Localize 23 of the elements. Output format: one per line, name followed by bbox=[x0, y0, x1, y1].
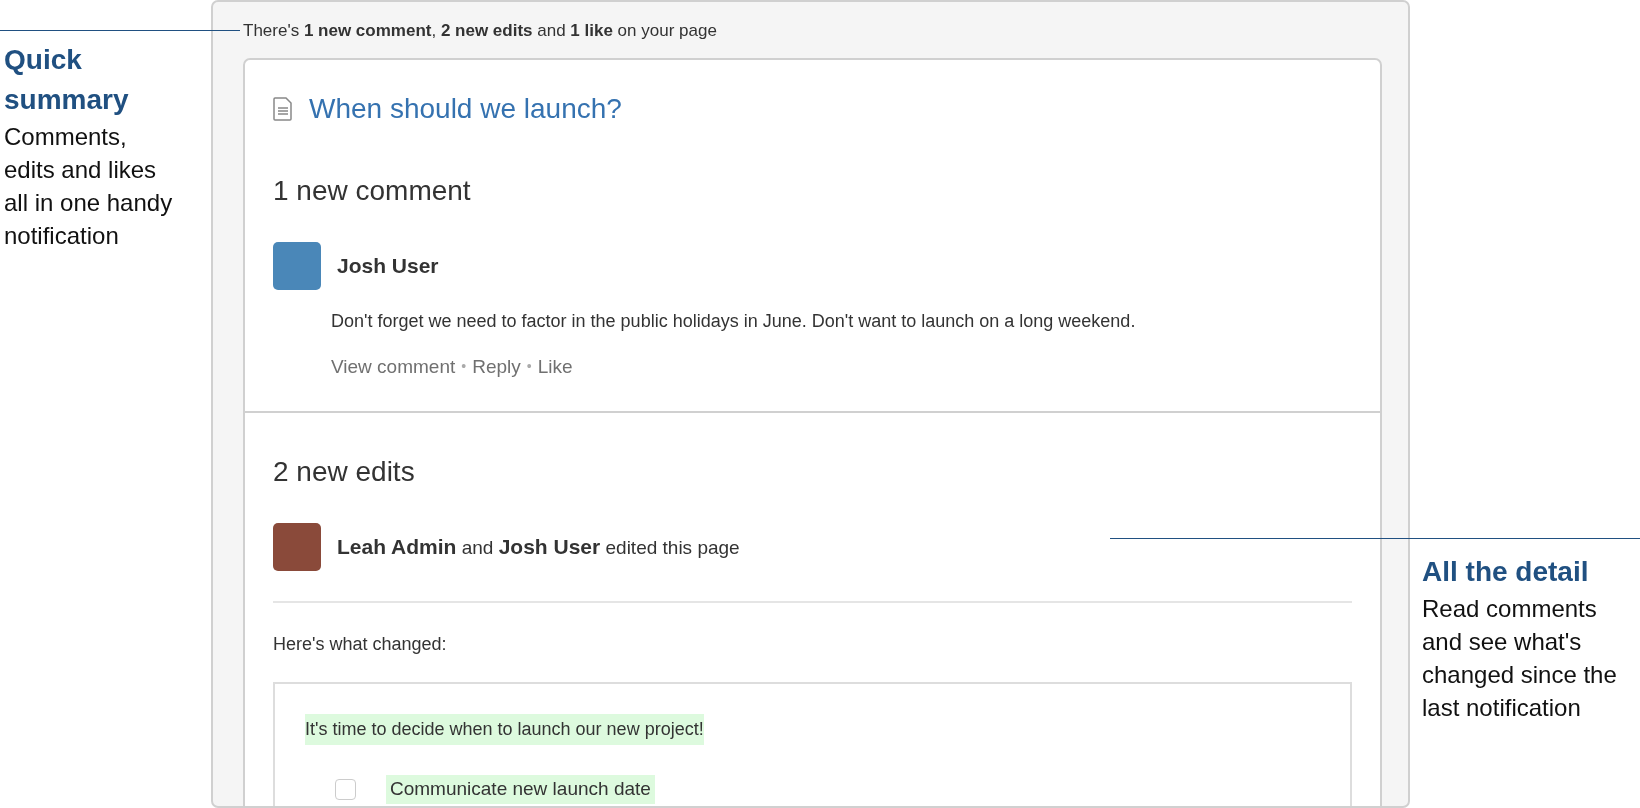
added-text: It's time to decide when to launch our new project! bbox=[305, 714, 704, 745]
action-link[interactable]: View comment bbox=[331, 352, 456, 381]
document-icon bbox=[273, 96, 293, 121]
separator-dot: • bbox=[461, 357, 467, 377]
annotation-text: Read comments and see what's changed since the last notification bbox=[1422, 594, 1618, 723]
checkbox[interactable] bbox=[335, 778, 356, 800]
separator-dot: • bbox=[526, 357, 532, 377]
annotation-title: Quick summary bbox=[4, 43, 130, 117]
changes-label: Here's what changed: bbox=[273, 633, 448, 656]
annotation-title: All the detail bbox=[1422, 555, 1590, 589]
avatar bbox=[273, 523, 321, 571]
summary-text: There's 1 new comment, 2 new edits and 1 like on your page bbox=[243, 20, 718, 42]
editors-text: Leah Admin and Josh User edited this page bbox=[337, 534, 740, 561]
action-link[interactable]: Like bbox=[537, 352, 573, 381]
page-title-link[interactable]: When should we launch? bbox=[309, 87, 622, 130]
author-name: Josh User bbox=[337, 252, 439, 279]
section-heading: 1 new comment bbox=[273, 173, 472, 208]
added-text: Communicate new launch date bbox=[386, 775, 655, 804]
avatar bbox=[273, 241, 321, 290]
annotation-text: Comments, edits and likes all in one handy notification bbox=[4, 122, 174, 251]
section-heading: 2 new edits bbox=[273, 455, 416, 489]
action-link[interactable]: Reply bbox=[472, 352, 521, 381]
comment-text: Don't forget we need to factor in the public holidays in June. Don't want to launch on a long weekend. bbox=[331, 309, 1137, 333]
